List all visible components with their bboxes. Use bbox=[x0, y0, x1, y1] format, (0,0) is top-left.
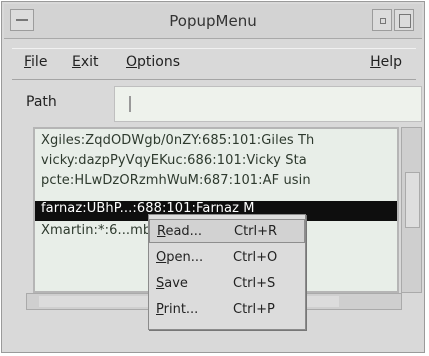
popup-open-mnemonic: O bbox=[156, 250, 167, 265]
maximize-button[interactable] bbox=[394, 9, 414, 31]
minimize-button[interactable] bbox=[372, 9, 392, 31]
menu-exit-mnemonic: E bbox=[72, 54, 81, 70]
popup-print-item[interactable]: Print... Ctrl+P bbox=[149, 298, 305, 322]
popup-print-label: rint... bbox=[163, 302, 199, 317]
menu-file[interactable]: File bbox=[24, 54, 47, 70]
vertical-scroll-thumb[interactable] bbox=[405, 172, 420, 228]
menu-help-label: elp bbox=[380, 54, 402, 70]
menu-bar: File Exit Options Help bbox=[12, 48, 416, 80]
list-item[interactable]: vicky:dazpPyVqyEKuc:686:101:Vicky Sta bbox=[41, 153, 397, 173]
menu-file-label: ile bbox=[31, 54, 48, 70]
popup-read-label: ead... bbox=[165, 224, 203, 239]
menu-options-label: ptions bbox=[137, 54, 181, 70]
list-item[interactable]: pcte:HLwDzORzmhWuM:687:101:AF usin bbox=[41, 173, 397, 193]
path-input[interactable] bbox=[114, 86, 422, 122]
popup-read-accelerator: Ctrl+R bbox=[234, 224, 278, 239]
popup-save-item[interactable]: Save Ctrl+S bbox=[149, 272, 305, 296]
popup-print-accelerator: Ctrl+P bbox=[233, 302, 275, 317]
menu-help-mnemonic: H bbox=[370, 54, 381, 70]
popup-print-mnemonic: P bbox=[156, 302, 164, 317]
popupmenu-window: PopupMenu File Exit Options Help Path Xg… bbox=[1, 1, 425, 353]
menu-help[interactable]: Help bbox=[370, 54, 402, 70]
popup-save-label: ave bbox=[164, 276, 188, 291]
text-cursor bbox=[129, 96, 131, 112]
list-item[interactable]: Xgiles:ZqdODWgb/0nZY:685:101:Giles Th bbox=[41, 133, 397, 153]
popup-open-item[interactable]: Open... Ctrl+O bbox=[149, 246, 305, 270]
popup-open-accelerator: Ctrl+O bbox=[233, 250, 278, 265]
window-title: PopupMenu bbox=[169, 12, 257, 30]
menu-file-mnemonic: F bbox=[24, 54, 32, 70]
menu-options[interactable]: Options bbox=[126, 54, 180, 70]
menu-exit[interactable]: Exit bbox=[72, 54, 99, 70]
menu-options-mnemonic: O bbox=[126, 54, 138, 70]
title-bar[interactable]: PopupMenu bbox=[4, 4, 422, 39]
popup-save-accelerator: Ctrl+S bbox=[233, 276, 276, 291]
vertical-scrollbar[interactable] bbox=[401, 127, 422, 293]
popup-read-item[interactable]: Read... Ctrl+R bbox=[149, 219, 305, 243]
path-label: Path bbox=[26, 94, 57, 110]
context-popup-menu: Read... Ctrl+R Open... Ctrl+O Save Ctrl+… bbox=[148, 214, 306, 330]
menu-exit-label: xit bbox=[80, 54, 99, 70]
popup-open-label: pen... bbox=[166, 250, 204, 265]
